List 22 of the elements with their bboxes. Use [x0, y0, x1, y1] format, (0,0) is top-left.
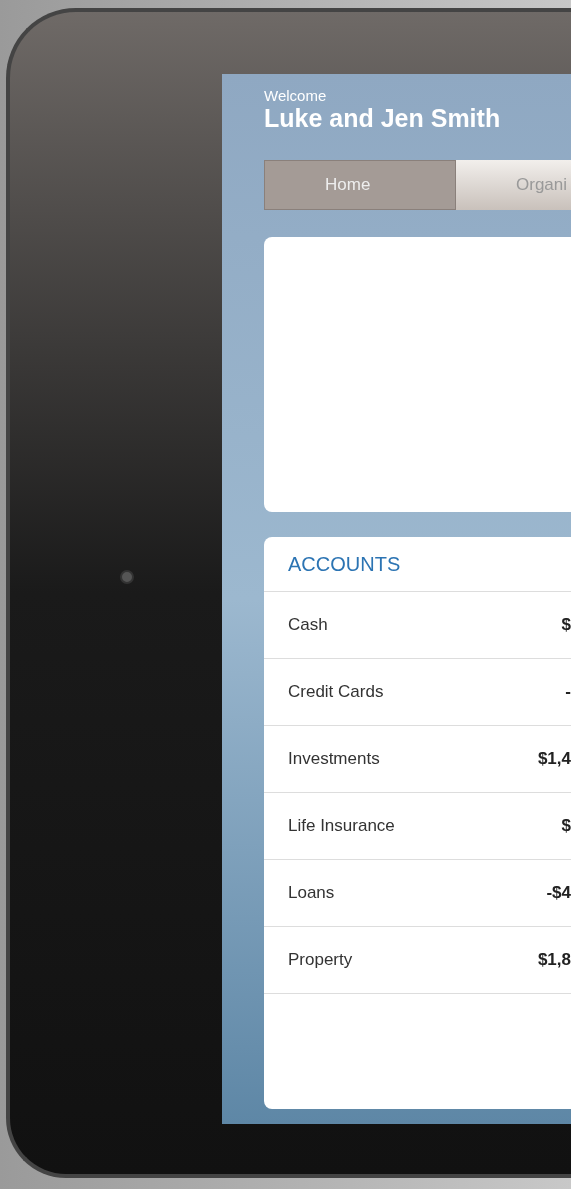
account-name: Investments — [288, 748, 380, 771]
account-row[interactable]: Credit Cards - — [264, 659, 571, 726]
account-row[interactable]: Loans -$4 — [264, 860, 571, 927]
account-row[interactable]: Property $1,8 — [264, 927, 571, 994]
account-value: $ — [561, 815, 571, 838]
account-row[interactable]: Investments $1,4 — [264, 726, 571, 793]
account-row[interactable]: Life Insurance $ — [264, 793, 571, 860]
account-row[interactable]: Cash $ — [264, 592, 571, 659]
account-name: Credit Cards — [288, 681, 384, 704]
account-name: Cash — [288, 614, 328, 637]
user-name: Luke and Jen Smith — [264, 104, 502, 132]
account-name: Loans — [288, 882, 335, 905]
account-value: -$4 — [546, 882, 571, 905]
account-value: - — [565, 681, 571, 704]
account-value: $1,8 — [537, 949, 571, 972]
accounts-title: ACCOUNTS — [288, 552, 401, 577]
greeting-text: Welcome — [264, 88, 328, 104]
account-name: Life Insurance — [288, 815, 395, 838]
account-value: $1,4 — [537, 748, 571, 771]
account-name: Property — [288, 949, 353, 972]
camera-icon — [120, 570, 134, 584]
account-value: $ — [561, 614, 571, 637]
